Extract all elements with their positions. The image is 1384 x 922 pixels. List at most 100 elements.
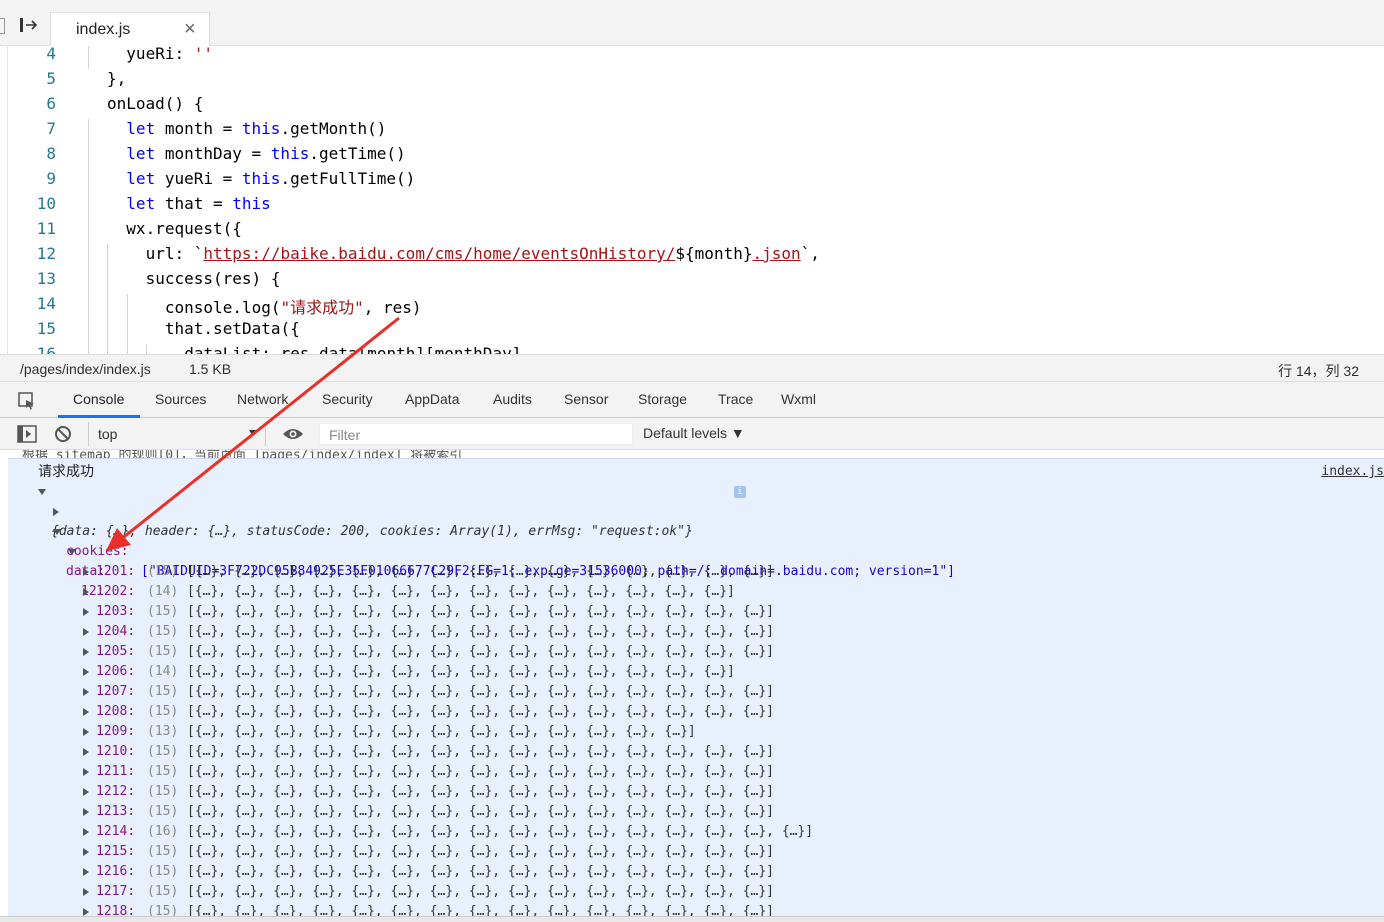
- tab-network[interactable]: Network: [237, 391, 288, 407]
- expand-triangle-icon[interactable]: [83, 748, 89, 756]
- tab-appdata[interactable]: AppData: [405, 391, 459, 407]
- indent-guide: [88, 46, 89, 69]
- entry-count: (15): [147, 684, 179, 699]
- filter-input[interactable]: Filter: [319, 423, 633, 445]
- expand-triangle-icon[interactable]: [38, 489, 46, 495]
- source-link[interactable]: index.js: [1321, 464, 1384, 479]
- tab-sources[interactable]: Sources: [155, 391, 206, 407]
- indent-guide: [88, 144, 89, 169]
- data-row[interactable]: data:: [53, 522, 105, 579]
- close-icon[interactable]: ×: [184, 19, 196, 39]
- object-summary-row[interactable]: {data: {…}, header: {…}, statusCode: 200…: [38, 482, 746, 539]
- entry-items: [{…}, {…}, {…}, {…}, {…}, {…}, {…}, {…},…: [187, 864, 774, 879]
- editor-tab-bar: index.js ×: [0, 0, 1384, 47]
- entry-items: [{…}, {…}, {…}, {…}, {…}, {…}, {…}, {…},…: [187, 764, 774, 779]
- panel-edge: [0, 18, 5, 34]
- expand-triangle-icon[interactable]: [83, 588, 89, 596]
- expand-triangle-icon[interactable]: [83, 568, 89, 576]
- code-text: },: [107, 69, 126, 88]
- expand-triangle-icon[interactable]: [83, 888, 89, 896]
- indent-guide: [107, 319, 109, 344]
- entry-key: 1214:: [96, 824, 136, 839]
- entry-count: (15): [147, 804, 179, 819]
- indent-guide: [88, 319, 89, 344]
- code-token: this: [270, 144, 310, 163]
- entry-items: [{…}, {…}, {…}, {…}, {…}, {…}, {…}, {…},…: [187, 784, 774, 799]
- code-editor[interactable]: 4 yueRi: '' 5}, 6 onLoad() {7 let month = thi…: [0, 46, 1384, 354]
- entry-items: [{…}, {…}, {…}, {…}, {…}, {…}, {…}, {…},…: [187, 744, 774, 759]
- expand-triangle-icon[interactable]: [83, 768, 89, 776]
- indent-guide: [126, 319, 128, 344]
- entry-key: 1204:: [96, 624, 136, 639]
- code-token: .json: [752, 244, 801, 263]
- code-text: yueRi: '': [126, 46, 213, 63]
- file-path: /pages/index/index.js: [20, 361, 151, 377]
- eye-icon[interactable]: [282, 426, 304, 445]
- code-token: "请求成功": [280, 298, 364, 317]
- expand-triangle-icon[interactable]: [83, 688, 89, 696]
- tab-security[interactable]: Security: [322, 391, 373, 407]
- indent-guide: [88, 344, 89, 354]
- entry-key: 1216:: [96, 864, 136, 879]
- indent-guide: [88, 219, 89, 244]
- indent-guide: [88, 244, 89, 269]
- expand-triangle-icon[interactable]: [83, 608, 89, 616]
- expand-triangle-icon[interactable]: [83, 808, 89, 816]
- bottom-scroll-edge: [0, 916, 1384, 922]
- entry-count: (13): [147, 724, 179, 739]
- month-row[interactable]: 12:: [68, 542, 115, 599]
- tab-sensor[interactable]: Sensor: [564, 391, 608, 407]
- expand-triangle-icon[interactable]: [83, 628, 89, 636]
- expand-triangle-icon[interactable]: [83, 868, 89, 876]
- expand-triangle-icon[interactable]: [68, 549, 76, 555]
- entry-count: (15): [147, 604, 179, 619]
- code-text: dataList: res.data[month][monthDay]: [184, 344, 521, 354]
- expand-triangle-icon[interactable]: [53, 508, 59, 516]
- expand-triangle-icon[interactable]: [83, 728, 89, 736]
- code-text: let yueRi = this.getFullTime(): [126, 169, 415, 188]
- cookies-row[interactable]: cookies: ["BAIDUID=3F722DC95B84925E35F01…: [53, 502, 955, 579]
- entry-items: [{…}, {…}, {…}, {…}, {…}, {…}, {…}, {…},…: [187, 584, 735, 599]
- expand-triangle-icon[interactable]: [83, 668, 89, 676]
- inspect-element-icon[interactable]: [18, 392, 36, 410]
- clear-console-icon[interactable]: [54, 425, 72, 446]
- entry-items: [{…}, {…}, {…}, {…}, {…}, {…}, {…}, {…},…: [187, 884, 774, 899]
- entry-items: [{…}, {…}, {…}, {…}, {…}, {…}, {…}, {…},…: [187, 564, 774, 579]
- tab-console[interactable]: Console: [73, 391, 124, 407]
- expand-triangle-icon[interactable]: [83, 828, 89, 836]
- code-token: let: [126, 119, 156, 138]
- show-sidebar-icon[interactable]: [17, 425, 37, 446]
- indent-guide: [88, 294, 89, 319]
- expand-triangle-icon[interactable]: [83, 788, 89, 796]
- gutter-divider: [7, 46, 8, 354]
- entry-count: (14): [147, 584, 179, 599]
- log-levels-dropdown[interactable]: Default levels ▼: [643, 425, 745, 441]
- tab-storage[interactable]: Storage: [638, 391, 687, 407]
- code-text: url: `https://baike.baidu.com/cms/home/e…: [146, 244, 820, 263]
- expand-triangle-icon[interactable]: [83, 648, 89, 656]
- cursor-position[interactable]: 行 14，列 32: [1278, 361, 1359, 381]
- expand-triangle-icon[interactable]: [83, 848, 89, 856]
- entry-key: 1218:: [96, 904, 136, 916]
- tab-wxml[interactable]: Wxml: [781, 391, 816, 407]
- editor-tab-index-js[interactable]: index.js ×: [50, 12, 210, 47]
- code-token: wx.request({: [126, 219, 242, 238]
- tab-audits[interactable]: Audits: [493, 391, 532, 407]
- indent-guide: [88, 194, 89, 219]
- code-token: monthDay =: [155, 144, 271, 163]
- editor-status-bar: /pages/index/index.js 1.5 KB 行 14，列 32: [0, 354, 1384, 382]
- code-token: let: [126, 144, 156, 163]
- expand-triangle-icon[interactable]: [83, 708, 89, 716]
- expand-triangle-icon[interactable]: [83, 908, 89, 916]
- tab-trace[interactable]: Trace: [718, 391, 753, 407]
- entry-key: 1201:: [96, 564, 136, 579]
- info-icon[interactable]: i: [734, 486, 746, 498]
- entry-key: 1217:: [96, 884, 136, 899]
- context-selector[interactable]: top: [88, 422, 266, 446]
- toggle-sidebar-icon[interactable]: [14, 14, 42, 36]
- expand-triangle-icon[interactable]: [53, 529, 61, 535]
- code-token: yueRi:: [126, 46, 194, 63]
- code-token: `,: [800, 244, 820, 263]
- entry-count: (15): [147, 624, 179, 639]
- line-number: 9: [46, 169, 56, 188]
